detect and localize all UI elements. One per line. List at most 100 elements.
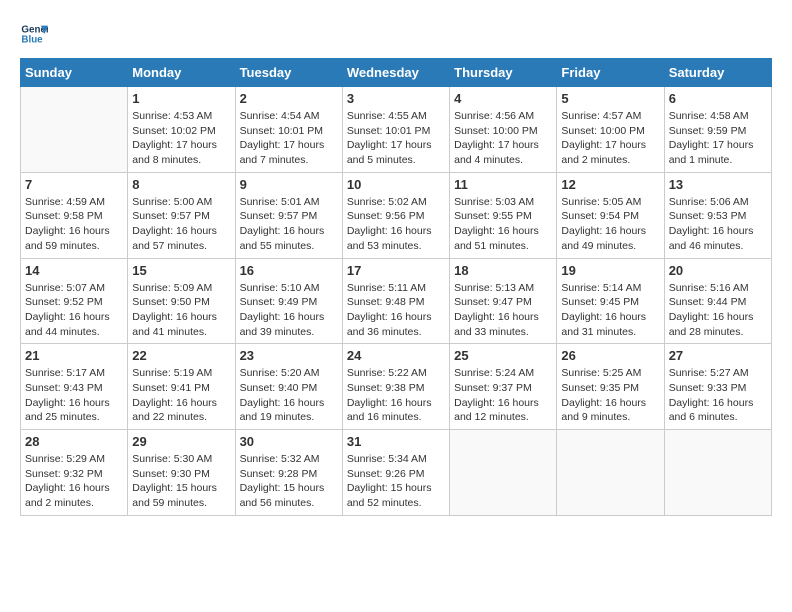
day-number: 26 (561, 348, 659, 363)
calendar-cell: 11 Sunrise: 5:03 AM Sunset: 9:55 PM Dayli… (450, 172, 557, 258)
calendar-cell: 7 Sunrise: 4:59 AM Sunset: 9:58 PM Daylig… (21, 172, 128, 258)
day-number: 30 (240, 434, 338, 449)
calendar-cell: 21Sunrise: 5:17 AM Sunset: 9:43 PM Dayli… (21, 344, 128, 430)
calendar-cell: 14 Sunrise: 5:07 AM Sunset: 9:52 PM Dayli… (21, 258, 128, 344)
column-header-sunday: Sunday (21, 59, 128, 87)
column-header-friday: Friday (557, 59, 664, 87)
logo-icon: General Blue (20, 20, 48, 48)
day-number: 19 (561, 263, 659, 278)
calendar-cell: 1Sunrise: 4:53 AM Sunset: 10:02 PM Dayli… (128, 87, 235, 173)
calendar-header-row: SundayMondayTuesdayWednesdayThursdayFrid… (21, 59, 772, 87)
day-info: Sunrise: 4:56 AM Sunset: 10:00 PM Daylig… (454, 109, 552, 168)
calendar-cell: 25 Sunrise: 5:24 AM Sunset: 9:37 PM Dayli… (450, 344, 557, 430)
column-header-wednesday: Wednesday (342, 59, 449, 87)
day-info: Sunrise: 5:20 AM Sunset: 9:40 PM Dayligh… (240, 366, 338, 425)
day-number: 25 (454, 348, 552, 363)
calendar-cell: 18 Sunrise: 5:13 AM Sunset: 9:47 PM Dayli… (450, 258, 557, 344)
day-number: 6 (669, 91, 767, 106)
day-info: Sunrise: 4:57 AM Sunset: 10:00 PM Daylig… (561, 109, 659, 168)
column-header-tuesday: Tuesday (235, 59, 342, 87)
day-number: 27 (669, 348, 767, 363)
calendar-cell: 3Sunrise: 4:55 AM Sunset: 10:01 PM Dayli… (342, 87, 449, 173)
day-number: 5 (561, 91, 659, 106)
day-info: Sunrise: 5:19 AM Sunset: 9:41 PM Dayligh… (132, 366, 230, 425)
day-number: 28 (25, 434, 123, 449)
day-info: Sunrise: 5:06 AM Sunset: 9:53 PM Dayligh… (669, 195, 767, 254)
calendar-cell: 20 Sunrise: 5:16 AM Sunset: 9:44 PM Dayli… (664, 258, 771, 344)
calendar-week-row: 7 Sunrise: 4:59 AM Sunset: 9:58 PM Daylig… (21, 172, 772, 258)
svg-text:Blue: Blue (21, 34, 43, 45)
day-info: Sunrise: 5:10 AM Sunset: 9:49 PM Dayligh… (240, 281, 338, 340)
calendar-cell: 4 Sunrise: 4:56 AM Sunset: 10:00 PM Dayli… (450, 87, 557, 173)
calendar-cell: 17 Sunrise: 5:11 AM Sunset: 9:48 PM Dayli… (342, 258, 449, 344)
calendar-cell: 9 Sunrise: 5:01 AM Sunset: 9:57 PM Daylig… (235, 172, 342, 258)
day-number: 17 (347, 263, 445, 278)
day-info: Sunrise: 5:00 AM Sunset: 9:57 PM Dayligh… (132, 195, 230, 254)
day-info: Sunrise: 5:07 AM Sunset: 9:52 PM Dayligh… (25, 281, 123, 340)
calendar-cell: 29Sunrise: 5:30 AM Sunset: 9:30 PM Dayli… (128, 430, 235, 516)
calendar-cell (21, 87, 128, 173)
calendar-cell: 23 Sunrise: 5:20 AM Sunset: 9:40 PM Dayli… (235, 344, 342, 430)
day-number: 11 (454, 177, 552, 192)
day-number: 31 (347, 434, 445, 449)
calendar-cell: 13 Sunrise: 5:06 AM Sunset: 9:53 PM Dayli… (664, 172, 771, 258)
calendar-cell (450, 430, 557, 516)
calendar-cell: 12 Sunrise: 5:05 AM Sunset: 9:54 PM Dayli… (557, 172, 664, 258)
day-number: 14 (25, 263, 123, 278)
day-number: 10 (347, 177, 445, 192)
day-number: 9 (240, 177, 338, 192)
day-number: 15 (132, 263, 230, 278)
calendar-week-row: 1Sunrise: 4:53 AM Sunset: 10:02 PM Dayli… (21, 87, 772, 173)
column-header-monday: Monday (128, 59, 235, 87)
day-info: Sunrise: 5:13 AM Sunset: 9:47 PM Dayligh… (454, 281, 552, 340)
calendar-cell: 2Sunrise: 4:54 AM Sunset: 10:01 PM Dayli… (235, 87, 342, 173)
page-header: General Blue (20, 20, 772, 48)
day-number: 3 (347, 91, 445, 106)
day-number: 1 (132, 91, 230, 106)
calendar-week-row: 21Sunrise: 5:17 AM Sunset: 9:43 PM Dayli… (21, 344, 772, 430)
day-info: Sunrise: 5:01 AM Sunset: 9:57 PM Dayligh… (240, 195, 338, 254)
day-number: 8 (132, 177, 230, 192)
logo: General Blue (20, 20, 48, 48)
calendar-cell: 19 Sunrise: 5:14 AM Sunset: 9:45 PM Dayli… (557, 258, 664, 344)
day-info: Sunrise: 4:59 AM Sunset: 9:58 PM Dayligh… (25, 195, 123, 254)
calendar-cell: 24 Sunrise: 5:22 AM Sunset: 9:38 PM Dayli… (342, 344, 449, 430)
day-number: 13 (669, 177, 767, 192)
calendar-cell: 31 Sunrise: 5:34 AM Sunset: 9:26 PM Dayli… (342, 430, 449, 516)
day-number: 18 (454, 263, 552, 278)
day-info: Sunrise: 5:03 AM Sunset: 9:55 PM Dayligh… (454, 195, 552, 254)
day-info: Sunrise: 5:22 AM Sunset: 9:38 PM Dayligh… (347, 366, 445, 425)
day-info: Sunrise: 5:05 AM Sunset: 9:54 PM Dayligh… (561, 195, 659, 254)
calendar-cell (664, 430, 771, 516)
day-info: Sunrise: 5:11 AM Sunset: 9:48 PM Dayligh… (347, 281, 445, 340)
day-number: 20 (669, 263, 767, 278)
day-info: Sunrise: 5:24 AM Sunset: 9:37 PM Dayligh… (454, 366, 552, 425)
day-number: 12 (561, 177, 659, 192)
day-info: Sunrise: 5:29 AM Sunset: 9:32 PM Dayligh… (25, 452, 123, 511)
calendar-cell: 27 Sunrise: 5:27 AM Sunset: 9:33 PM Dayli… (664, 344, 771, 430)
day-info: Sunrise: 5:02 AM Sunset: 9:56 PM Dayligh… (347, 195, 445, 254)
day-number: 23 (240, 348, 338, 363)
day-info: Sunrise: 5:34 AM Sunset: 9:26 PM Dayligh… (347, 452, 445, 511)
calendar-cell: 28 Sunrise: 5:29 AM Sunset: 9:32 PM Dayli… (21, 430, 128, 516)
calendar-cell: 26Sunrise: 5:25 AM Sunset: 9:35 PM Dayli… (557, 344, 664, 430)
day-info: Sunrise: 5:32 AM Sunset: 9:28 PM Dayligh… (240, 452, 338, 511)
calendar-week-row: 14 Sunrise: 5:07 AM Sunset: 9:52 PM Dayli… (21, 258, 772, 344)
column-header-saturday: Saturday (664, 59, 771, 87)
day-number: 29 (132, 434, 230, 449)
day-info: Sunrise: 5:09 AM Sunset: 9:50 PM Dayligh… (132, 281, 230, 340)
day-number: 24 (347, 348, 445, 363)
day-info: Sunrise: 4:58 AM Sunset: 9:59 PM Dayligh… (669, 109, 767, 168)
calendar-cell: 8 Sunrise: 5:00 AM Sunset: 9:57 PM Daylig… (128, 172, 235, 258)
day-info: Sunrise: 5:27 AM Sunset: 9:33 PM Dayligh… (669, 366, 767, 425)
calendar-cell: 6 Sunrise: 4:58 AM Sunset: 9:59 PM Daylig… (664, 87, 771, 173)
day-number: 7 (25, 177, 123, 192)
day-number: 21 (25, 348, 123, 363)
day-info: Sunrise: 5:14 AM Sunset: 9:45 PM Dayligh… (561, 281, 659, 340)
day-number: 4 (454, 91, 552, 106)
day-info: Sunrise: 5:16 AM Sunset: 9:44 PM Dayligh… (669, 281, 767, 340)
calendar-cell: 15 Sunrise: 5:09 AM Sunset: 9:50 PM Dayli… (128, 258, 235, 344)
calendar-cell: 30 Sunrise: 5:32 AM Sunset: 9:28 PM Dayli… (235, 430, 342, 516)
calendar-cell: 16Sunrise: 5:10 AM Sunset: 9:49 PM Dayli… (235, 258, 342, 344)
day-number: 2 (240, 91, 338, 106)
